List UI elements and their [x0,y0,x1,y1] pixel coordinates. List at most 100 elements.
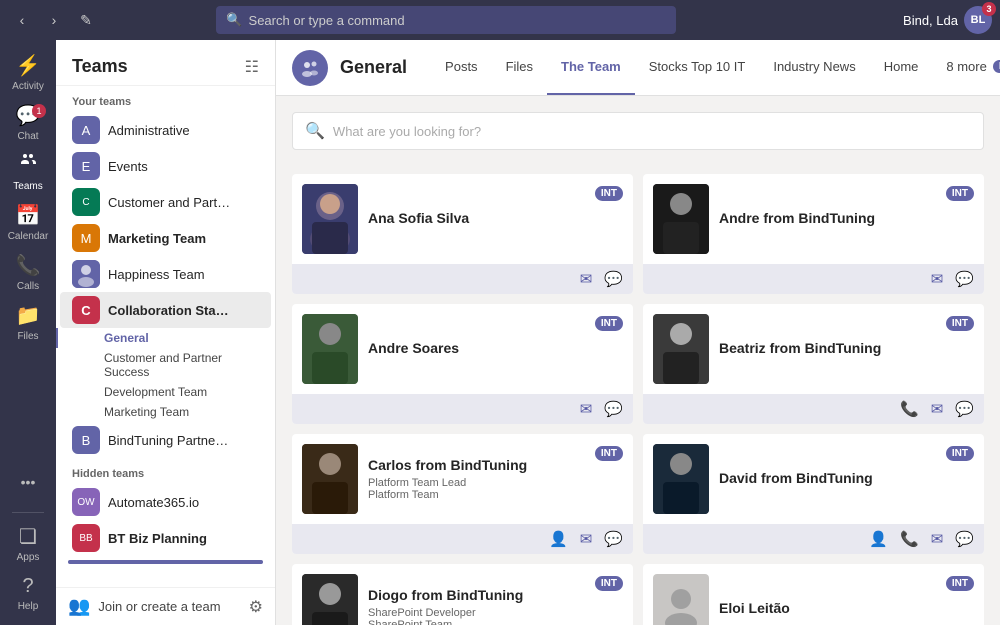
member-name-eloi: Eloi Leitão [719,600,790,616]
member-actions-andre-bt: ✉ 💬 [643,264,984,294]
edit-button[interactable]: ✎ [72,6,100,34]
sidebar-item-teams[interactable]: Teams [4,148,52,196]
hidden-teams-label: Hidden teams [56,458,275,484]
tab-industry-news[interactable]: Industry News [759,40,869,95]
sub-item-general[interactable]: General [56,328,275,348]
member-name-ana: Ana Sofia Silva [368,210,469,226]
join-label: Join or create a team [98,599,220,614]
email-action-andre-bt[interactable]: ✉ [931,270,944,288]
member-name-andre-bt: Andre from BindTuning [719,210,875,226]
member-card-top-carlos: Carlos from BindTuning Platform Team Lea… [292,434,633,524]
email-action-ana[interactable]: ✉ [580,270,593,288]
member-card-top-eloi: Eloi Leitão INT [643,564,984,625]
member-badge-ana: INT [595,186,623,201]
tab-posts[interactable]: Posts [431,40,492,95]
sidebar-item-activity[interactable]: ⚡ Activity [4,48,52,96]
user-profile[interactable]: Bind, Lda BL 3 [903,6,992,34]
phone-action-david[interactable]: 📞 [900,530,919,548]
chat-action-andre-bt[interactable]: 💬 [955,270,974,288]
files-icon: 📁 [16,303,41,328]
rail-divider [12,512,44,513]
chat-action-carlos[interactable]: 💬 [604,530,623,548]
chat-action-beatriz[interactable]: 💬 [955,400,974,418]
user-action-carlos[interactable]: 👤 [549,530,568,548]
user-name: Bind, Lda [903,13,958,28]
email-action-david[interactable]: ✉ [931,530,944,548]
member-info-andre-bt: Andre from BindTuning [719,210,936,228]
email-action-andre-s[interactable]: ✉ [580,400,593,418]
email-action-beatriz[interactable]: ✉ [931,400,944,418]
member-card-beatriz: Beatriz from BindTuning INT 📞 ✉ 💬 [643,304,984,424]
help-icon: ? [22,575,33,598]
team-search-input[interactable] [333,124,971,139]
team-name-admin: Administrative [108,123,230,138]
team-item-happiness[interactable]: Happiness Team ••• [60,256,271,292]
team-search[interactable]: 🔍 [292,112,984,150]
team-color-bar [68,560,263,564]
join-icon: 👥 [68,596,90,617]
search-bar[interactable]: 🔍 [216,6,676,34]
channel-name: General [340,57,407,78]
sidebar-item-calls[interactable]: 📞 Calls [4,248,52,296]
sidebar-header: Teams ☷ [56,40,275,86]
back-button[interactable]: ‹ [8,6,36,34]
member-photo-carlos [302,444,358,514]
activity-icon: ⚡ [16,53,41,78]
forward-button[interactable]: › [40,6,68,34]
more-icon: ••• [21,474,36,490]
member-photo-andre-bt [653,184,709,254]
sidebar-item-calendar[interactable]: 📅 Calendar [4,198,52,246]
chat-action-david[interactable]: 💬 [955,530,974,548]
user-action-david[interactable]: 👤 [869,530,888,548]
sub-item-customer-partner[interactable]: Customer and Partner Success [56,348,275,382]
sidebar-item-chat[interactable]: 💬 Chat 1 [4,98,52,146]
team-name-bindtuning: BindTuning Partner Cent... [108,433,230,448]
content-area: General Posts Files The Team Stocks Top … [276,40,1000,625]
team-item-bindtuning[interactable]: B BindTuning Partner Cent... ••• [60,422,271,458]
sub-item-marketing-sub[interactable]: Marketing Team [56,402,275,422]
team-item-marketing[interactable]: M Marketing Team ••• [60,220,271,256]
member-actions-andre-s: ✉ 💬 [292,394,633,424]
member-card-top-andre-bt: Andre from BindTuning INT [643,174,984,264]
sub-item-dev-team[interactable]: Development Team [56,382,275,402]
tab-more[interactable]: 8 more New ⌄ [932,40,1000,95]
channel-tabs: Posts Files The Team Stocks Top 10 IT In… [431,40,1000,95]
chat-action-ana[interactable]: 💬 [604,270,623,288]
sidebar-item-help[interactable]: ? Help [4,569,52,617]
tab-files[interactable]: Files [492,40,547,95]
avatar[interactable]: BL 3 [964,6,992,34]
settings-button[interactable]: ⚙ [249,597,263,617]
sidebar-item-files[interactable]: 📁 Files [4,298,52,346]
apps-icon: ❏ [19,524,37,549]
join-team-button[interactable]: 👥 Join or create a team [68,596,221,617]
member-team-carlos: Platform Team [368,489,585,501]
team-item-customer[interactable]: C Customer and Partner Su... ••• [60,184,271,220]
member-card-top-ana: Ana Sofia Silva INT [292,174,633,264]
team-item-admin[interactable]: A Administrative ••• [60,112,271,148]
member-role-diogo: SharePoint Developer [368,607,585,619]
email-action-carlos[interactable]: ✉ [580,530,593,548]
filter-button[interactable]: ☷ [245,57,259,77]
tab-home[interactable]: Home [870,40,933,95]
notification-badge: 3 [982,2,996,16]
member-card-top-david: David from BindTuning INT [643,434,984,524]
team-item-automate[interactable]: OW Automate365.io ••• [60,484,271,520]
chat-action-andre-s[interactable]: 💬 [604,400,623,418]
tab-stocks[interactable]: Stocks Top 10 IT [635,40,760,95]
team-item-events[interactable]: E Events ••• [60,148,271,184]
your-teams-label: Your teams [56,86,275,112]
search-input[interactable] [249,13,667,28]
search-icon: 🔍 [305,121,325,141]
channel-header: General Posts Files The Team Stocks Top … [276,40,1000,96]
main-layout: ⚡ Activity 💬 Chat 1 Teams 📅 Calendar 📞 C… [0,40,1000,625]
sidebar-item-apps[interactable]: ❏ Apps [4,519,52,567]
team-item-btbiz[interactable]: BB BT Biz Planning ••• [60,520,271,556]
phone-action-beatriz[interactable]: 📞 [900,400,919,418]
chat-badge: 1 [32,104,46,118]
left-rail: ⚡ Activity 💬 Chat 1 Teams 📅 Calendar 📞 C… [0,40,56,625]
tab-the-team[interactable]: The Team [547,40,635,95]
member-card-top-andre-s: Andre Soares INT [292,304,633,394]
member-info-david: David from BindTuning [719,470,936,488]
team-item-collab[interactable]: C Collaboration Starter Kit ••• [60,292,271,328]
sidebar-item-more[interactable]: ••• [4,458,52,506]
